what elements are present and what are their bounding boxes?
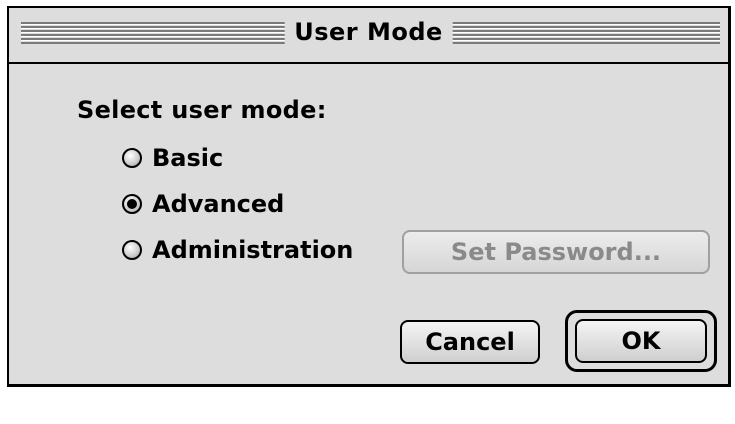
radio-label-advanced: Advanced [152,190,285,218]
user-mode-dialog: User Mode Select user mode: Basic Advanc… [7,6,731,387]
ok-button[interactable]: OK [575,319,707,363]
radio-option-advanced[interactable]: Advanced [122,190,284,218]
radio-label-administration: Administration [152,236,354,264]
radio-option-administration[interactable]: Administration [122,236,353,264]
radio-button-icon[interactable] [122,148,142,168]
radio-option-basic[interactable]: Basic [122,144,223,172]
radio-button-icon[interactable] [122,240,142,260]
radio-label-basic: Basic [152,144,224,172]
set-password-button[interactable]: Set Password... [402,230,710,274]
dialog-title: User Mode [284,16,453,48]
select-mode-label: Select user mode: [77,96,327,124]
title-bar[interactable]: User Mode [9,8,728,64]
radio-button-selected-icon[interactable] [122,194,142,214]
default-button-ring: OK [565,310,717,372]
cancel-button[interactable]: Cancel [400,320,540,364]
